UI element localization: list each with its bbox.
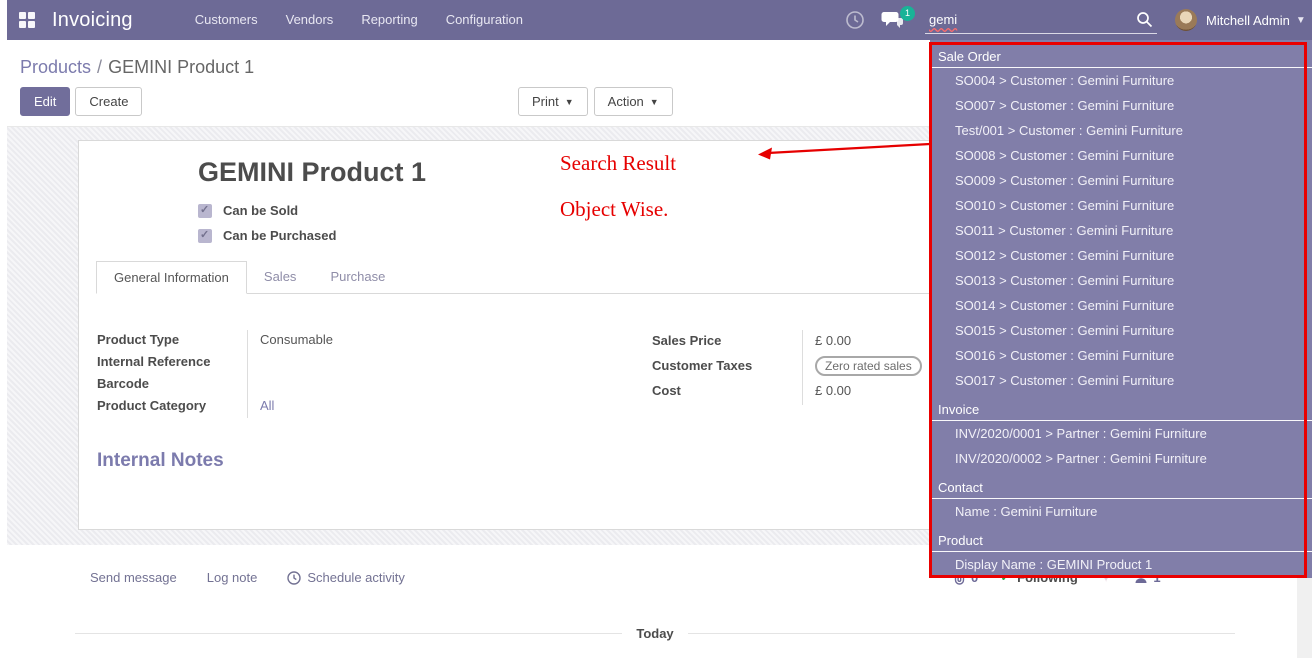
sales-price-label: Sales Price <box>652 330 802 355</box>
search-result-item[interactable]: SO008 > Customer : Gemini Furniture <box>930 143 1312 168</box>
app-title[interactable]: Invoicing <box>52 9 133 32</box>
main-menu: Customers Vendors Reporting Configuratio… <box>181 0 537 40</box>
nav-menu-item[interactable]: Configuration <box>432 0 537 40</box>
can-be-purchased-label: Can be Purchased <box>223 228 336 243</box>
search-result-item[interactable]: SO017 > Customer : Gemini Furniture <box>930 368 1312 393</box>
message-badge: 1 <box>900 6 915 21</box>
print-button[interactable]: Print▼ <box>518 87 588 116</box>
search-result-item[interactable]: SO011 > Customer : Gemini Furniture <box>930 218 1312 243</box>
search-result-category: Contact <box>930 471 1312 499</box>
breadcrumb-products-link[interactable]: Products <box>20 57 91 77</box>
today-label: Today <box>622 626 687 641</box>
search-result-item[interactable]: SO014 > Customer : Gemini Furniture <box>930 293 1312 318</box>
search-result-item[interactable]: SO010 > Customer : Gemini Furniture <box>930 193 1312 218</box>
breadcrumb-current: GEMINI Product 1 <box>108 57 254 77</box>
search-result-section: Sale Order SO004 > Customer : Gemini Fur… <box>930 40 1312 393</box>
product-category-value[interactable]: All <box>260 396 527 418</box>
search-result-item[interactable]: SO013 > Customer : Gemini Furniture <box>930 268 1312 293</box>
user-menu[interactable]: Mitchell Admin ▼ <box>1175 0 1306 40</box>
search-result-item[interactable]: Test/001 > Customer : Gemini Furniture <box>930 118 1312 143</box>
search-result-item[interactable]: SO015 > Customer : Gemini Furniture <box>930 318 1312 343</box>
can-be-sold-label: Can be Sold <box>223 203 298 218</box>
top-navbar: Invoicing Customers Vendors Reporting Co… <box>7 0 1312 40</box>
log-note-button[interactable]: Log note <box>207 570 258 585</box>
tab-general-information[interactable]: General Information <box>96 261 247 294</box>
search-result-item[interactable]: INV/2020/0002 > Partner : Gemini Furnitu… <box>930 446 1312 471</box>
search-query-text: gemi <box>925 12 1136 27</box>
search-result-item[interactable]: SO007 > Customer : Gemini Furniture <box>930 93 1312 118</box>
search-icon <box>1136 11 1153 28</box>
search-result-section: Invoice INV/2020/0001 > Partner : Gemini… <box>930 393 1312 471</box>
create-button[interactable]: Create <box>75 87 142 116</box>
tab-purchase[interactable]: Purchase <box>313 261 402 293</box>
clock-icon <box>287 571 301 585</box>
field-group-left: Product Type Internal Reference Barcode … <box>97 330 527 418</box>
breadcrumb-separator: / <box>97 57 102 77</box>
search-result-item[interactable]: SO016 > Customer : Gemini Furniture <box>930 343 1312 368</box>
search-result-section: Product Display Name : GEMINI Product 1 <box>930 524 1312 577</box>
edit-button[interactable]: Edit <box>20 87 70 116</box>
nav-menu-item[interactable]: Vendors <box>272 0 348 40</box>
today-divider: Today <box>75 626 1235 641</box>
barcode-value <box>260 374 527 396</box>
product-category-label: Product Category <box>97 396 247 418</box>
search-result-item[interactable]: Display Name : GEMINI Product 1 <box>930 552 1312 577</box>
search-result-item[interactable]: SO009 > Customer : Gemini Furniture <box>930 168 1312 193</box>
breadcrumb: Products / GEMINI Product 1 <box>20 57 254 78</box>
search-result-section: Contact Name : Gemini Furniture <box>930 471 1312 524</box>
internal-reference-value <box>260 352 527 374</box>
barcode-label: Barcode <box>97 374 247 396</box>
customer-taxes-value: Zero rated sales <box>815 355 932 380</box>
user-name: Mitchell Admin <box>1206 13 1290 28</box>
send-message-button[interactable]: Send message <box>90 570 177 585</box>
internal-reference-label: Internal Reference <box>97 352 247 374</box>
customer-taxes-label: Customer Taxes <box>652 355 802 380</box>
search-result-item[interactable]: INV/2020/0001 > Partner : Gemini Furnitu… <box>930 421 1312 446</box>
cost-value: £ 0.00 <box>815 380 932 405</box>
sales-price-value: £ 0.00 <box>815 330 932 355</box>
can-be-sold-checkbox[interactable] <box>198 204 212 218</box>
search-result-category: Sale Order <box>930 40 1312 68</box>
search-result-item[interactable]: Name : Gemini Furniture <box>930 499 1312 524</box>
search-input[interactable]: gemi <box>925 6 1157 34</box>
search-result-item[interactable]: SO012 > Customer : Gemini Furniture <box>930 243 1312 268</box>
chevron-down-icon: ▼ <box>650 97 659 107</box>
field-group-right: Sales Price Customer Taxes Cost £ 0.00 Z… <box>652 330 932 405</box>
can-be-purchased-checkbox[interactable] <box>198 229 212 243</box>
nav-menu-item[interactable]: Customers <box>181 0 272 40</box>
chevron-down-icon: ▼ <box>565 97 574 107</box>
messages-icon[interactable]: 1 <box>881 10 905 30</box>
search-result-item[interactable]: SO004 > Customer : Gemini Furniture <box>930 68 1312 93</box>
chevron-down-icon: ▼ <box>1296 15 1306 26</box>
activities-icon[interactable] <box>845 10 865 30</box>
product-type-label: Product Type <box>97 330 247 352</box>
tab-sales[interactable]: Sales <box>247 261 314 293</box>
nav-menu-item[interactable]: Reporting <box>347 0 431 40</box>
apps-grid-icon[interactable] <box>19 12 35 28</box>
action-button[interactable]: Action▼ <box>594 87 673 116</box>
search-result-category: Product <box>930 524 1312 552</box>
avatar <box>1175 9 1197 31</box>
internal-notes-heading: Internal Notes <box>97 450 224 472</box>
schedule-activity-button[interactable]: Schedule activity <box>287 570 405 585</box>
tax-badge: Zero rated sales <box>815 356 922 376</box>
cost-label: Cost <box>652 380 802 405</box>
search-result-category: Invoice <box>930 393 1312 421</box>
search-results-dropdown: Sale Order SO004 > Customer : Gemini Fur… <box>930 40 1312 578</box>
product-title: GEMINI Product 1 <box>198 157 426 188</box>
can-be-purchased-row: Can be Purchased <box>198 228 336 243</box>
can-be-sold-row: Can be Sold <box>198 203 298 218</box>
product-type-value: Consumable <box>260 330 527 352</box>
